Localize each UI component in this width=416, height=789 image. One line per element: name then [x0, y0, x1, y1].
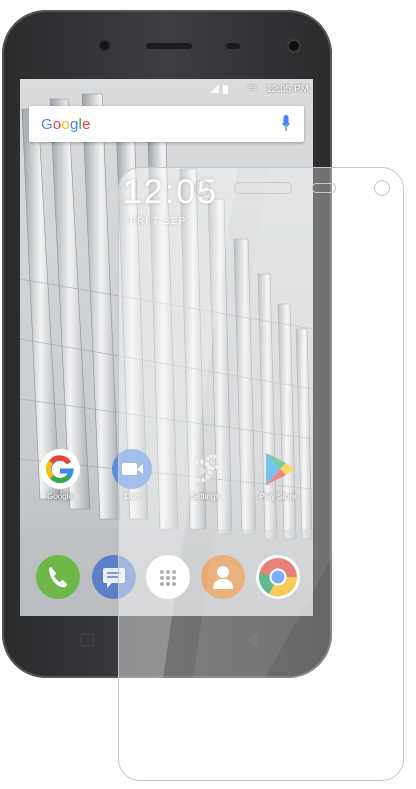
protector-flash-cutout: [374, 180, 390, 196]
screen-protector: [118, 167, 404, 781]
phone-icon[interactable]: [36, 555, 80, 599]
app-google[interactable]: Google: [35, 449, 85, 501]
battery-level: 99: [248, 85, 256, 92]
battery-icon: [223, 85, 228, 94]
front-camera: [100, 41, 109, 50]
protector-camera-cutout: [194, 180, 210, 196]
google-logo-letter: g: [69, 116, 79, 133]
protector-sensor-cutout: [312, 183, 336, 193]
google-logo-letter: e: [82, 116, 91, 133]
front-flash: [289, 41, 299, 51]
signal-icon: [210, 84, 219, 93]
earpiece-speaker: [146, 43, 192, 49]
google-icon: [40, 449, 80, 489]
proximity-sensor: [226, 43, 240, 49]
google-logo-letter: G: [41, 116, 53, 133]
mic-icon[interactable]: [282, 115, 290, 133]
recent-apps-button[interactable]: [80, 633, 94, 647]
google-search-widget[interactable]: Google: [29, 106, 304, 142]
status-time: 12:05 PM: [266, 84, 309, 95]
google-logo-letter: o: [61, 116, 70, 133]
app-label: Google: [47, 492, 73, 501]
google-logo: Google: [41, 116, 91, 133]
protector-earpiece-cutout: [234, 182, 292, 194]
status-bar: 99 12:05 PM: [20, 79, 313, 101]
